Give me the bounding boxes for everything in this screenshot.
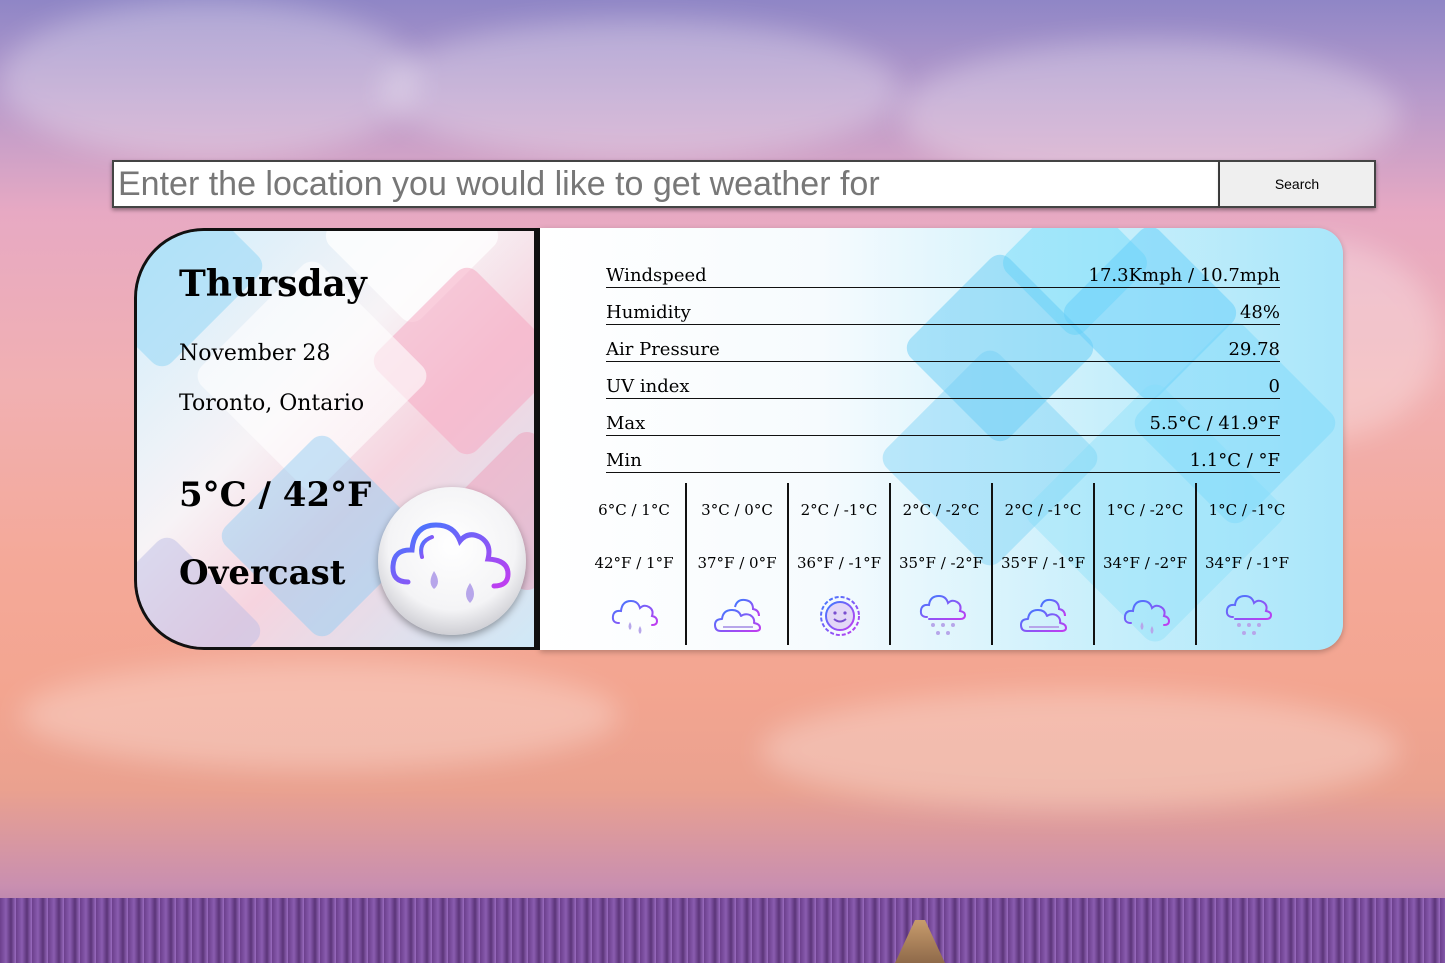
- cloudy-icon: [714, 598, 761, 632]
- forecast-celsius: 2°C / -2°C: [902, 501, 980, 519]
- details-card: Windspeed 17.3Kmph / 10.7mph Humidity 48…: [540, 228, 1343, 650]
- forecast-fahrenheit: 34°F / -2°F: [1102, 554, 1188, 572]
- forecast-celsius: 6°C / 1°C: [598, 501, 670, 519]
- stat-value: 5.5°C / 41.9°F: [1149, 413, 1280, 434]
- forecast-fahrenheit: 35°F / -2°F: [898, 554, 984, 572]
- stat-row-windspeed: Windspeed 17.3Kmph / 10.7mph: [606, 256, 1280, 288]
- current-temperature: 5°C / 42°F: [179, 475, 372, 515]
- forecast-celsius: 3°C / 0°C: [701, 501, 773, 519]
- forecast-day: 2°C / -1°C 36°F / -1°F: [787, 483, 889, 645]
- cloud-rain-icon: [390, 522, 511, 603]
- cloud-rain-icon: [1123, 599, 1171, 634]
- stat-row-min: Min 1.1°C / °F: [606, 441, 1280, 473]
- forecast-day: 1°C / -1°C 34°F / -1°F: [1195, 483, 1297, 645]
- day-name: Thursday: [179, 263, 367, 305]
- stat-label: UV index: [606, 376, 690, 397]
- forecast-fahrenheit: 36°F / -1°F: [796, 554, 882, 572]
- current-weather-card: Thursday November 28 Toronto, Ontario 5°…: [134, 228, 540, 650]
- location: Toronto, Ontario: [179, 391, 365, 416]
- forecast-day: 3°C / 0°C 37°F / 0°F: [685, 483, 787, 645]
- search-bar: Search: [112, 160, 1376, 208]
- condition-icon-orb: [378, 487, 526, 635]
- lavender-field: [0, 898, 1445, 963]
- condition: Overcast: [179, 553, 346, 593]
- forecast-fahrenheit: 35°F / -1°F: [1000, 554, 1086, 572]
- stat-row-max: Max 5.5°C / 41.9°F: [606, 404, 1280, 436]
- cloudy-icon: [1020, 598, 1067, 632]
- forecast-celsius: 1°C / -1°C: [1208, 501, 1286, 519]
- forecast-day: 2°C / -1°C 35°F / -1°F: [991, 483, 1093, 645]
- stat-value: 0: [1268, 376, 1280, 397]
- forecast-day: 2°C / -2°C 35°F / -2°F: [889, 483, 991, 645]
- forecast-fahrenheit: 37°F / 0°F: [697, 554, 777, 572]
- forecast-day: 1°C / -2°C 34°F / -2°F: [1093, 483, 1195, 645]
- search-button[interactable]: Search: [1220, 160, 1376, 208]
- forecast-fahrenheit: 34°F / -1°F: [1204, 554, 1290, 572]
- forecast-strip: 6°C / 1°C 42°F / 1°F 3°C / 0°C 37°F / 0°…: [583, 483, 1303, 645]
- date: November 28: [179, 341, 331, 366]
- stat-label: Windspeed: [606, 265, 707, 286]
- forecast-celsius: 2°C / -1°C: [1004, 501, 1082, 519]
- stat-label: Air Pressure: [606, 339, 720, 360]
- cloud-snow-icon: [1225, 594, 1273, 635]
- stat-row-humidity: Humidity 48%: [606, 293, 1280, 325]
- sun-icon: [820, 596, 860, 636]
- stat-value: 1.1°C / °F: [1189, 450, 1280, 471]
- stat-value: 48%: [1239, 302, 1280, 323]
- forecast-day: 6°C / 1°C 42°F / 1°F: [583, 483, 685, 645]
- stat-label: Max: [606, 413, 646, 434]
- stat-value: 17.3Kmph / 10.7mph: [1088, 265, 1280, 286]
- search-input[interactable]: [112, 160, 1220, 208]
- stat-label: Humidity: [606, 302, 691, 323]
- forecast-celsius: 2°C / -1°C: [800, 501, 878, 519]
- stat-row-air-pressure: Air Pressure 29.78: [606, 330, 1280, 362]
- stat-row-uv-index: UV index 0: [606, 367, 1280, 399]
- forecast-fahrenheit: 42°F / 1°F: [594, 554, 674, 572]
- forecast-celsius: 1°C / -2°C: [1106, 501, 1184, 519]
- stat-label: Min: [606, 450, 642, 471]
- cloud-snow-icon: [919, 594, 967, 635]
- cloud-rain-icon: [611, 599, 659, 634]
- stat-value: 29.78: [1228, 339, 1280, 360]
